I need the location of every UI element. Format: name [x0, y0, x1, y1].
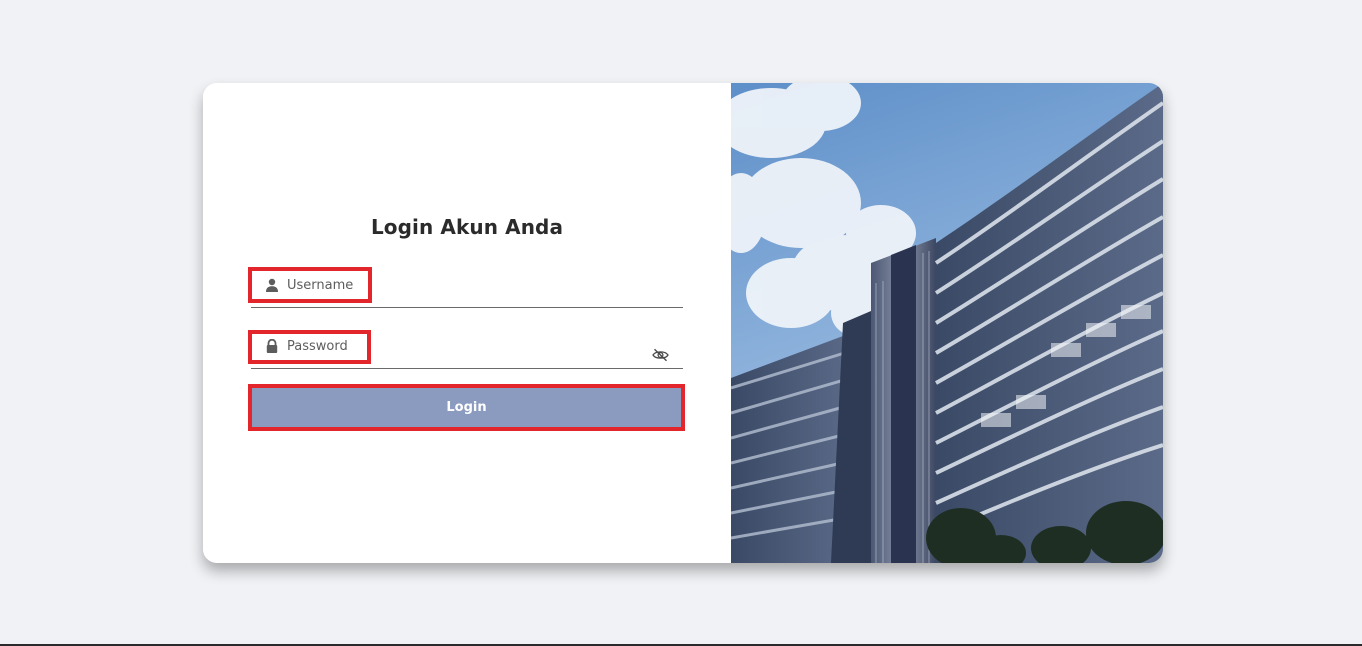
eye-off-icon[interactable]	[652, 348, 669, 362]
login-page: Login Akun Anda Username Login	[0, 0, 1362, 646]
page-title: Login Akun Anda	[370, 215, 564, 239]
password-highlight	[248, 330, 371, 364]
building-image	[731, 83, 1163, 563]
login-form-panel: Login Akun Anda Username Login	[203, 83, 731, 563]
login-button-highlight	[248, 384, 685, 431]
campus-building-photo	[731, 83, 1163, 563]
login-card: Login Akun Anda Username Login	[203, 83, 1163, 563]
username-highlight	[248, 267, 372, 303]
